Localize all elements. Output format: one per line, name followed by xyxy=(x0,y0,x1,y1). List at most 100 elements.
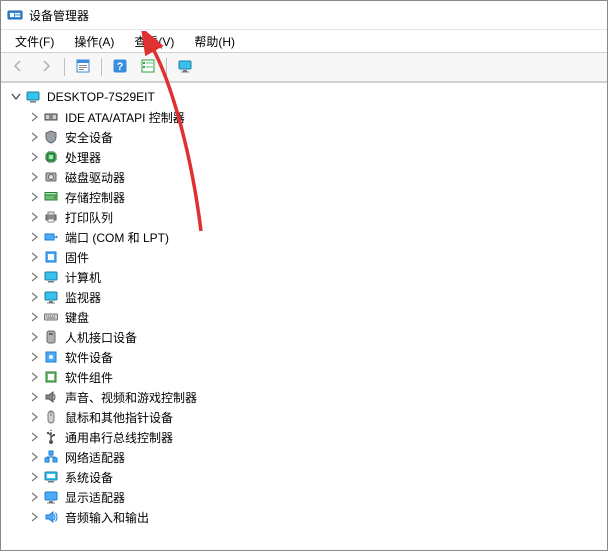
device-tree-container[interactable]: DESKTOP-7S29EIT IDE ATA/ATAPI 控制器安全设备处理器… xyxy=(1,82,607,550)
expand-toggle[interactable] xyxy=(27,450,41,464)
expand-toggle[interactable] xyxy=(27,350,41,364)
expand-toggle[interactable] xyxy=(27,290,41,304)
component-icon xyxy=(43,369,59,385)
expand-toggle[interactable] xyxy=(27,330,41,344)
tree-item-label: 处理器 xyxy=(63,148,103,167)
expand-toggle[interactable] xyxy=(27,190,41,204)
display-icon xyxy=(43,489,59,505)
computer-icon xyxy=(43,269,59,285)
cpu-icon xyxy=(43,149,59,165)
expand-toggle[interactable] xyxy=(27,210,41,224)
computer-icon xyxy=(25,89,41,105)
expand-toggle[interactable] xyxy=(27,430,41,444)
tree-item-label: 通用串行总线控制器 xyxy=(63,428,175,447)
device-manager-window: 设备管理器 文件(F) 操作(A) 查看(V) 帮助(H) xyxy=(0,0,608,551)
expand-toggle[interactable] xyxy=(27,250,41,264)
expand-toggle[interactable] xyxy=(27,170,41,184)
expand-toggle[interactable] xyxy=(27,410,41,424)
tree-item[interactable]: 人机接口设备 xyxy=(5,327,603,347)
titlebar: 设备管理器 xyxy=(1,1,607,30)
menu-file[interactable]: 文件(F) xyxy=(5,30,64,53)
expand-toggle[interactable] xyxy=(27,110,41,124)
toolbar-separator xyxy=(64,58,65,76)
expand-toggle[interactable] xyxy=(27,390,41,404)
expand-toggle[interactable] xyxy=(27,150,41,164)
port-icon xyxy=(43,229,59,245)
tree-item[interactable]: 软件组件 xyxy=(5,367,603,387)
tree-item-label: 显示适配器 xyxy=(63,488,127,507)
tree-item[interactable]: 计算机 xyxy=(5,267,603,287)
tree-item-label: IDE ATA/ATAPI 控制器 xyxy=(63,108,187,127)
tree-item[interactable]: 固件 xyxy=(5,247,603,267)
expand-toggle[interactable] xyxy=(27,490,41,504)
menu-action[interactable]: 操作(A) xyxy=(64,30,124,53)
toolbar-forward[interactable] xyxy=(33,55,59,79)
tree-item[interactable]: 处理器 xyxy=(5,147,603,167)
toolbar-help[interactable]: ? xyxy=(107,55,133,79)
tree-item-label: 人机接口设备 xyxy=(63,328,139,347)
tree-item-label: 打印队列 xyxy=(63,208,115,227)
toolbar-properties[interactable] xyxy=(70,55,96,79)
sound-icon xyxy=(43,389,59,405)
tree-item-label: 固件 xyxy=(63,248,91,267)
tree-item-label: 存储控制器 xyxy=(63,188,127,207)
monitor-icon xyxy=(43,289,59,305)
menubar: 文件(F) 操作(A) 查看(V) 帮助(H) xyxy=(1,30,607,52)
tree-root-label: DESKTOP-7S29EIT xyxy=(45,89,157,105)
tree-item[interactable]: 软件设备 xyxy=(5,347,603,367)
expand-toggle[interactable] xyxy=(9,90,23,104)
tree-item[interactable]: 安全设备 xyxy=(5,127,603,147)
tree-item-label: 键盘 xyxy=(63,308,91,327)
monitor-icon xyxy=(177,58,193,77)
tree-item[interactable]: 音频输入和输出 xyxy=(5,507,603,527)
tree-item[interactable]: 声音、视频和游戏控制器 xyxy=(5,387,603,407)
tree-item[interactable]: IDE ATA/ATAPI 控制器 xyxy=(5,107,603,127)
expand-toggle[interactable] xyxy=(27,470,41,484)
menu-help[interactable]: 帮助(H) xyxy=(184,30,245,53)
tree-toggle-icon xyxy=(140,58,156,77)
usb-icon xyxy=(43,429,59,445)
help-icon: ? xyxy=(112,58,128,77)
app-icon xyxy=(7,7,23,23)
disk-icon xyxy=(43,169,59,185)
arrow-left-icon xyxy=(11,59,25,76)
keyboard-icon xyxy=(43,309,59,325)
window-title: 设备管理器 xyxy=(29,7,89,24)
expand-toggle[interactable] xyxy=(27,370,41,384)
security-icon xyxy=(43,129,59,145)
tree-item[interactable]: 系统设备 xyxy=(5,467,603,487)
toolbar-monitor[interactable] xyxy=(172,55,198,79)
tree-item[interactable]: 显示适配器 xyxy=(5,487,603,507)
tree-item-label: 系统设备 xyxy=(63,468,115,487)
tree-item[interactable]: 鼠标和其他指针设备 xyxy=(5,407,603,427)
device-tree: DESKTOP-7S29EIT IDE ATA/ATAPI 控制器安全设备处理器… xyxy=(1,85,607,535)
expand-toggle[interactable] xyxy=(27,510,41,524)
network-icon xyxy=(43,449,59,465)
tree-item[interactable]: 网络适配器 xyxy=(5,447,603,467)
tree-item[interactable]: 存储控制器 xyxy=(5,187,603,207)
ide-icon xyxy=(43,109,59,125)
tree-item[interactable]: 键盘 xyxy=(5,307,603,327)
toolbar-show-hidden[interactable] xyxy=(135,55,161,79)
tree-item[interactable]: 通用串行总线控制器 xyxy=(5,427,603,447)
tree-item[interactable]: 磁盘驱动器 xyxy=(5,167,603,187)
tree-item[interactable]: 打印队列 xyxy=(5,207,603,227)
expand-toggle[interactable] xyxy=(27,130,41,144)
tree-item[interactable]: 监视器 xyxy=(5,287,603,307)
audio-icon xyxy=(43,509,59,525)
menu-view[interactable]: 查看(V) xyxy=(124,30,184,53)
tree-item-label: 监视器 xyxy=(63,288,103,307)
tree-item[interactable]: 端口 (COM 和 LPT) xyxy=(5,227,603,247)
arrow-right-icon xyxy=(39,59,53,76)
tree-item-label: 端口 (COM 和 LPT) xyxy=(63,228,171,247)
tree-item-label: 磁盘驱动器 xyxy=(63,168,127,187)
hid-icon xyxy=(43,329,59,345)
expand-toggle[interactable] xyxy=(27,270,41,284)
tree-item-label: 鼠标和其他指针设备 xyxy=(63,408,175,427)
toolbar-back[interactable] xyxy=(5,55,31,79)
tree-root[interactable]: DESKTOP-7S29EIT xyxy=(5,87,603,107)
toolbar-separator xyxy=(101,58,102,76)
expand-toggle[interactable] xyxy=(27,230,41,244)
properties-icon xyxy=(75,58,91,77)
expand-toggle[interactable] xyxy=(27,310,41,324)
